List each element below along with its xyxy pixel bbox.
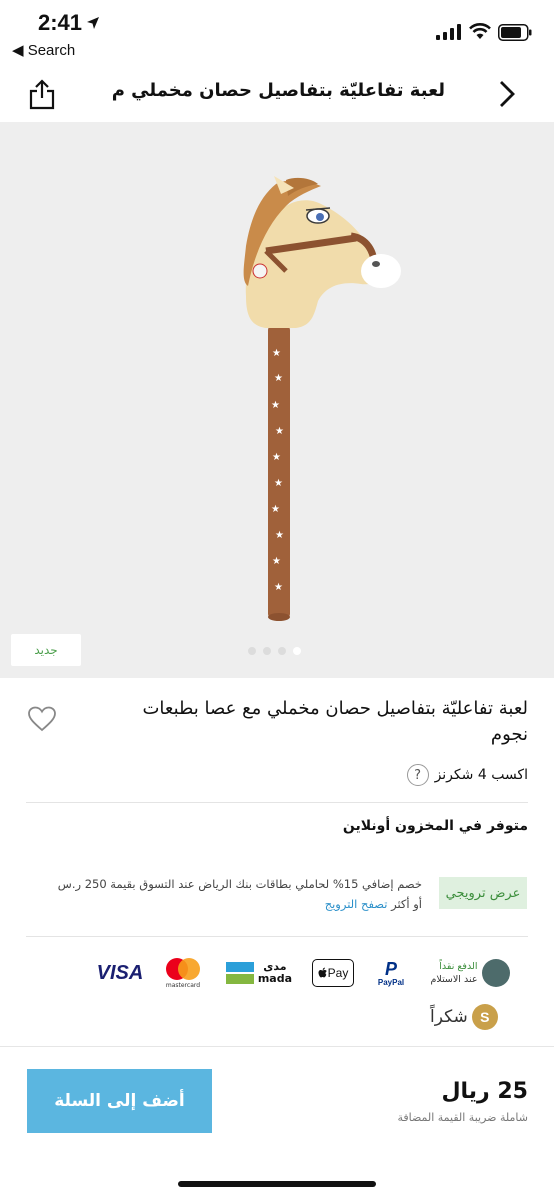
- stock-status: متوفر في المخزون أونلاين: [342, 818, 528, 834]
- cash-icon: [481, 959, 510, 987]
- promo-tag: عرض ترويجي: [439, 877, 527, 909]
- payment-methods: VISA mastercard مدى mada Pay P PayPal ال…: [0, 952, 554, 994]
- pagination-dot[interactable]: [248, 647, 256, 655]
- browse-promo-link[interactable]: تصفح الترويج: [325, 897, 388, 911]
- pagination-dot[interactable]: [278, 647, 286, 655]
- visa-logo: VISA: [96, 961, 144, 984]
- svg-text:★: ★: [271, 400, 280, 411]
- pagination-dot[interactable]: [263, 647, 271, 655]
- svg-text:★: ★: [274, 373, 283, 384]
- shukrans-text: اكسب 4 شكرنز: [434, 767, 528, 783]
- mada-logo: مدى mada: [226, 952, 292, 994]
- mastercard-circles-icon: [166, 957, 200, 980]
- cod-line-1: الدفع نقداً: [439, 961, 478, 972]
- help-icon[interactable]: ?: [406, 764, 429, 786]
- apple-pay-text: Pay: [327, 966, 349, 980]
- promo-description: خصم إضافي 15% لحاملي بطاقات بنك الرياض ع…: [46, 874, 422, 914]
- shukran-coin-icon: S: [471, 1004, 498, 1030]
- product-image-gallery[interactable]: ★ ★ ★ ★ ★ ★ ★ ★ ★ ★ جديد: [0, 122, 554, 678]
- shukran-logo: S شكراً: [430, 1004, 498, 1030]
- battery-icon: [498, 24, 532, 41]
- home-indicator: [178, 1181, 376, 1187]
- divider: [26, 936, 528, 937]
- svg-text:★: ★: [272, 348, 281, 359]
- vat-note: شاملة ضريبة القيمة المضافة: [397, 1111, 528, 1124]
- pagination-dot-active[interactable]: [293, 647, 301, 655]
- shukran-word: شكراً: [430, 1007, 468, 1027]
- status-bar: 2:41 ◀ Search: [0, 0, 554, 66]
- product-image: ★ ★ ★ ★ ★ ★ ★ ★ ★ ★: [243, 176, 401, 621]
- svg-text:★: ★: [272, 452, 281, 463]
- mastercard-logo: mastercard: [163, 952, 203, 994]
- svg-text:★: ★: [275, 530, 284, 541]
- price: 25 ريال: [441, 1079, 528, 1104]
- add-to-cart-button[interactable]: أضف إلى السلة: [27, 1069, 212, 1133]
- wifi-icon: [469, 23, 491, 39]
- mada-english: mada: [257, 972, 292, 985]
- product-title: لعبة تفاعليّة بتفاصيل حصان مخملي مع عصا …: [142, 698, 528, 745]
- share-icon[interactable]: [28, 78, 56, 110]
- cellular-signal-icon: [436, 24, 461, 40]
- status-time: 2:41: [38, 10, 83, 35]
- location-arrow-icon: [87, 17, 99, 29]
- paypal-logo: P PayPal: [374, 952, 408, 994]
- navigation-header: لعبة تفاعليّة بتفاصيل حصان مخملي م...: [0, 66, 554, 122]
- new-badge: جديد: [11, 634, 81, 666]
- gallery-pagination[interactable]: [248, 647, 301, 655]
- cash-on-delivery-logo: الدفع نقداً عند الاستلام: [424, 952, 516, 994]
- svg-text:★: ★: [274, 478, 283, 489]
- divider: [26, 802, 528, 803]
- svg-text:★: ★: [275, 426, 284, 437]
- paypal-p-icon: P: [384, 958, 397, 979]
- shukrans-earn: اكسب 4 شكرنز ?: [406, 764, 528, 786]
- paypal-text: PayPal: [377, 977, 405, 987]
- svg-text:★: ★: [274, 582, 283, 593]
- mada-bars-icon: [226, 962, 254, 984]
- chevron-right-icon[interactable]: [496, 78, 518, 110]
- heart-icon[interactable]: [28, 706, 56, 732]
- svg-text:★: ★: [272, 556, 281, 567]
- svg-text:★: ★: [271, 504, 280, 515]
- apple-icon: [318, 967, 327, 978]
- page-title: لعبة تفاعليّة بتفاصيل حصان مخملي م...: [110, 80, 445, 101]
- cod-line-2: عند الاستلام: [430, 974, 478, 985]
- mastercard-label: mastercard: [165, 981, 201, 989]
- bottom-cart-bar: أضف إلى السلة 25 ريال شاملة ضريبة القيمة…: [0, 1046, 554, 1200]
- apple-pay-logo: Pay: [312, 959, 354, 987]
- back-to-search-link[interactable]: ◀ Search: [12, 41, 75, 59]
